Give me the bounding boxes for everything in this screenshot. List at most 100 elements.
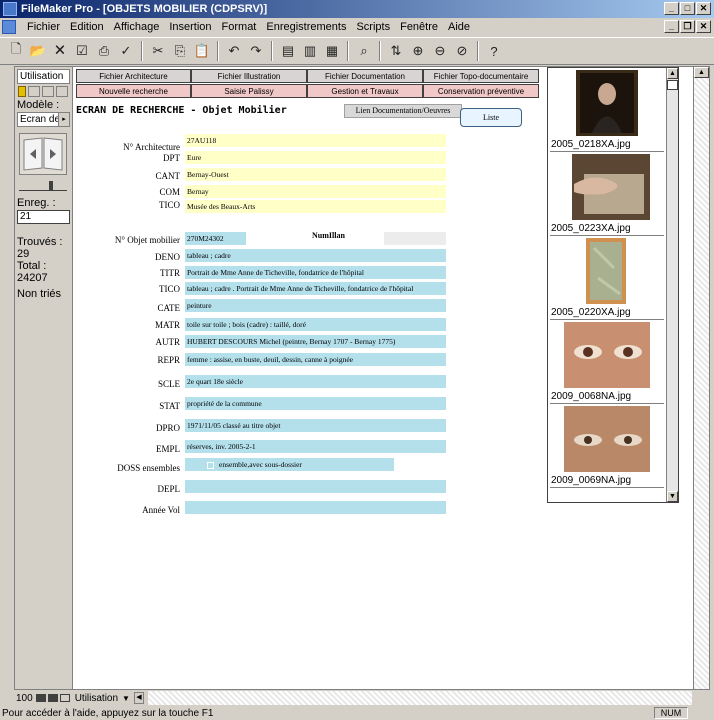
- record-slider[interactable]: [19, 181, 67, 191]
- magnifier-icon[interactable]: [28, 86, 40, 97]
- liste-button[interactable]: Liste: [460, 108, 522, 127]
- spellcheck-icon[interactable]: ✓: [116, 41, 136, 61]
- scroll-up-icon[interactable]: ▲: [667, 68, 678, 79]
- delete-record-icon[interactable]: ▦: [322, 41, 342, 61]
- depl-field[interactable]: [185, 480, 446, 493]
- menu-enregistrements[interactable]: Enregistrements: [261, 21, 351, 33]
- new-record-icon[interactable]: ▤: [278, 41, 298, 61]
- copy-icon[interactable]: ⎘: [170, 41, 190, 61]
- eyes-detail-thumbnail[interactable]: [564, 406, 650, 472]
- scroll-down-icon[interactable]: ▼: [667, 491, 678, 502]
- new-icon[interactable]: 🗋: [6, 41, 26, 61]
- menu-aide[interactable]: Aide: [443, 21, 475, 33]
- menu-insertion[interactable]: Insertion: [164, 21, 216, 33]
- find-all-icon[interactable]: ⊕: [408, 41, 428, 61]
- numillan-field[interactable]: [384, 232, 446, 245]
- chevron-down-icon[interactable]: ▼: [122, 694, 130, 703]
- portal-row[interactable]: 2005_0223XA.jpg: [550, 152, 664, 236]
- find-icon[interactable]: ⌕: [354, 41, 374, 61]
- menu-edition[interactable]: Edition: [65, 21, 109, 33]
- record-number-input[interactable]: 21: [17, 210, 70, 224]
- tab-fichier-illustration[interactable]: Fichier Illustration: [191, 69, 307, 83]
- status-area-toggle-icon[interactable]: [59, 694, 70, 702]
- duplicate-record-icon[interactable]: ▥: [300, 41, 320, 61]
- scle-field[interactable]: 2e quart 18e siècle: [185, 375, 446, 388]
- close-button[interactable]: ✕: [696, 2, 711, 15]
- sort-icon[interactable]: ⇅: [386, 41, 406, 61]
- arch-field[interactable]: 27AU118: [185, 134, 446, 147]
- help-icon[interactable]: ?: [484, 41, 504, 61]
- horizontal-scrollbar[interactable]: [148, 691, 692, 705]
- minimize-button[interactable]: _: [664, 2, 679, 15]
- titr-field[interactable]: Portrait de Mme Anne de Ticheville, fond…: [185, 266, 446, 279]
- mode-popup[interactable]: Utilisation: [71, 693, 122, 704]
- stat-field[interactable]: propriété de la commune: [185, 397, 446, 410]
- undo-icon[interactable]: ↶: [224, 41, 244, 61]
- omit-icon[interactable]: ⊖: [430, 41, 450, 61]
- autr-field[interactable]: HUBERT DESCOURS Michel (peintre, Bernay …: [185, 335, 446, 348]
- portal-row[interactable]: 2009_0068NA.jpg: [550, 320, 664, 404]
- portal-row[interactable]: 2005_0220XA.jpg: [550, 236, 664, 320]
- cut-icon[interactable]: ✂: [148, 41, 168, 61]
- paste-icon[interactable]: 📋: [192, 41, 212, 61]
- doc-close-button[interactable]: ✕: [696, 20, 711, 33]
- close-file-icon[interactable]: 🗙: [50, 41, 70, 61]
- menu-fichier[interactable]: Fichier: [22, 21, 65, 33]
- matr-field[interactable]: toile sur toile ; bois (cadre) : taillé,…: [185, 318, 446, 331]
- tab-fichier-topo-documentaire[interactable]: Fichier Topo-documentaire: [423, 69, 539, 83]
- com-field[interactable]: Bernay: [185, 185, 446, 198]
- texture-detail-thumbnail[interactable]: [564, 238, 650, 304]
- print-icon[interactable]: ⎙: [94, 41, 114, 61]
- cate-field[interactable]: peinture: [185, 299, 446, 312]
- menu-affichage[interactable]: Affichage: [109, 21, 165, 33]
- document-icon[interactable]: [2, 20, 16, 34]
- gestion-travaux-button[interactable]: Gestion et Travaux: [307, 84, 423, 98]
- tab-fichier-architecture[interactable]: Fichier Architecture: [76, 69, 191, 83]
- scroll-thumb[interactable]: [667, 80, 678, 90]
- menu-scripts[interactable]: Scripts: [351, 21, 395, 33]
- annee-vol-field[interactable]: [185, 501, 446, 514]
- pencil-icon[interactable]: [18, 86, 26, 97]
- empl-field[interactable]: réserves, inv. 2005-2-1: [185, 440, 446, 453]
- portal-row[interactable]: 2009_0069NA.jpg: [550, 404, 664, 488]
- maximize-button[interactable]: □: [680, 2, 695, 15]
- doss-field[interactable]: ensemble,avec sous-dossier: [185, 458, 394, 471]
- zoom-in-icon[interactable]: [47, 694, 58, 702]
- obj-field[interactable]: 270M24302: [185, 232, 246, 245]
- dpro-field[interactable]: 1971/11/05 classé au titre objet: [185, 419, 446, 432]
- nouvelle-recherche-button[interactable]: Nouvelle recherche: [76, 84, 191, 98]
- scroll-left-icon[interactable]: ◀: [133, 692, 144, 704]
- saisie-palissy-button[interactable]: Saisie Palissy: [191, 84, 307, 98]
- vertical-scrollbar[interactable]: ▲: [693, 67, 709, 689]
- conservation-preventive-button[interactable]: Conservation préventive: [423, 84, 539, 98]
- menu-fenetre[interactable]: Fenêtre: [395, 21, 443, 33]
- portrait-thumbnail[interactable]: [564, 70, 650, 136]
- doc-restore-button[interactable]: ❐: [680, 20, 695, 33]
- tab-fichier-documentation[interactable]: Fichier Documentation: [307, 69, 423, 83]
- dpt-field[interactable]: Eure: [185, 151, 446, 164]
- model-select[interactable]: Ecran de ▸: [17, 112, 70, 127]
- show-omitted-icon[interactable]: ⊘: [452, 41, 472, 61]
- repr-field[interactable]: femme : assise, en buste, deuil, dessin,…: [185, 353, 446, 366]
- deno-field[interactable]: tableau ; cadre: [185, 249, 446, 262]
- hand-detail-thumbnail[interactable]: [564, 154, 650, 220]
- open-icon[interactable]: 📂: [28, 41, 48, 61]
- menu-format[interactable]: Format: [217, 21, 262, 33]
- eyes-detail-thumbnail[interactable]: [564, 322, 650, 388]
- lien-documentation-button[interactable]: Lien Documentation/Oeuvres: [344, 104, 462, 118]
- mode-selector[interactable]: Utilisation: [17, 69, 70, 84]
- record-book-icon[interactable]: [19, 133, 67, 175]
- preview-icon[interactable]: [56, 86, 68, 97]
- image-portal[interactable]: 2005_0218XA.jpg 2005_0223XA.jpg 2005_022…: [547, 67, 679, 503]
- slider-knob[interactable]: [49, 181, 53, 191]
- tico-field[interactable]: Musée des Beaux-Arts: [185, 200, 446, 213]
- doc-minimize-button[interactable]: _: [664, 20, 679, 33]
- save-icon[interactable]: ☑: [72, 41, 92, 61]
- redo-icon[interactable]: ↷: [246, 41, 266, 61]
- portal-row[interactable]: 2005_0218XA.jpg: [550, 68, 664, 152]
- tico2-field[interactable]: tableau ; cadre . Portrait de Mme Anne d…: [185, 282, 446, 295]
- layout-tool-icon[interactable]: [42, 86, 54, 97]
- zoom-out-icon[interactable]: [35, 694, 46, 702]
- cant-field[interactable]: Bernay-Ouest: [185, 168, 446, 181]
- portal-scrollbar[interactable]: ▲ ▼: [666, 68, 678, 502]
